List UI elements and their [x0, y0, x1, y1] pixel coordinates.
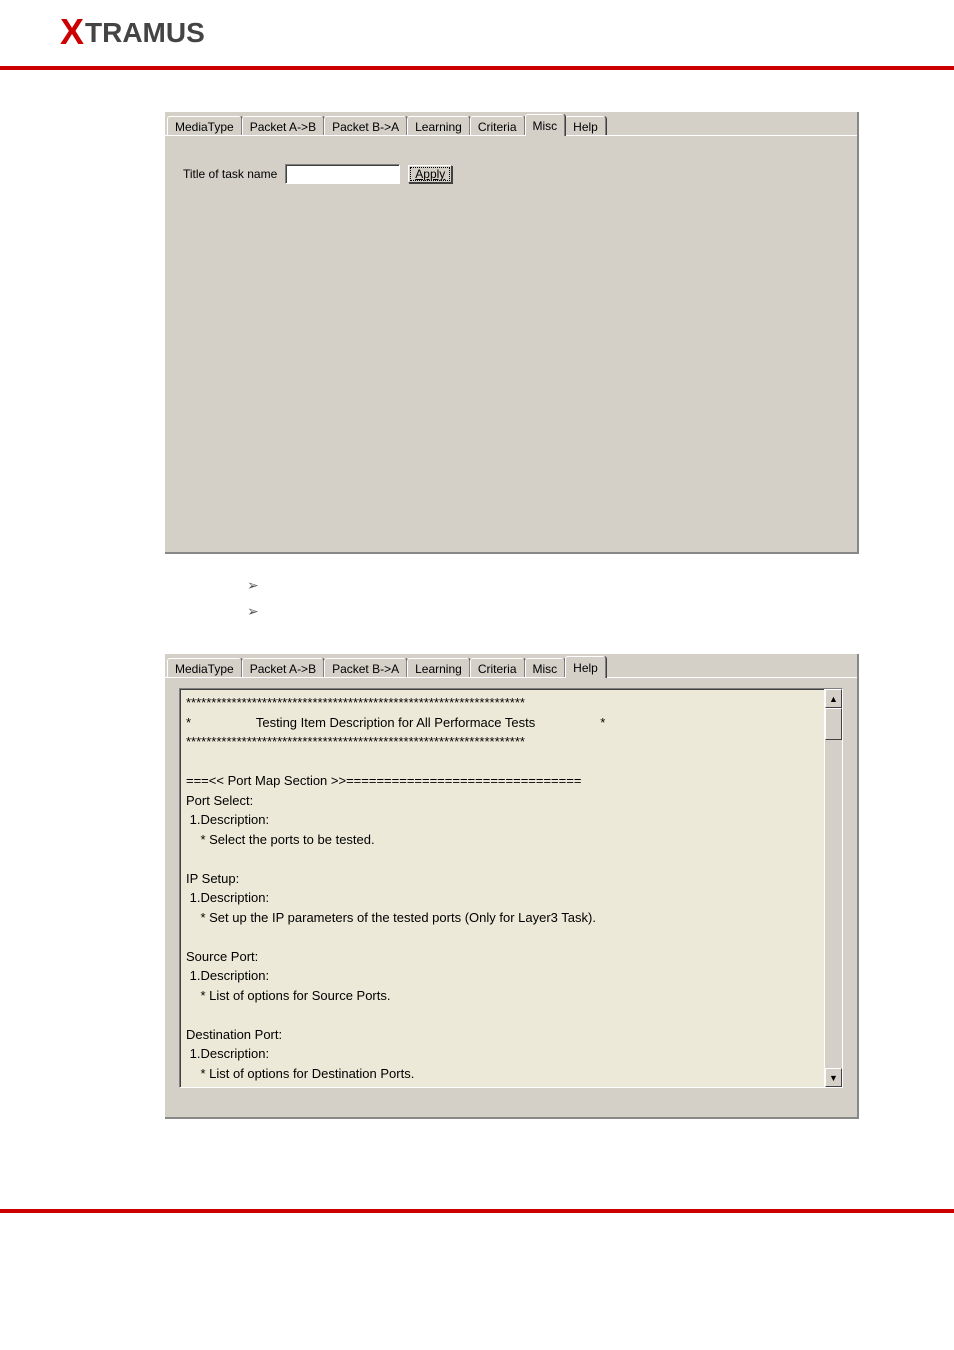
help-textarea: ****************************************…	[179, 688, 843, 1088]
tab-strip-2: MediaType Packet A->B Packet B->A Learni…	[165, 654, 857, 678]
tab-misc[interactable]: Misc	[525, 658, 566, 678]
tab-misc[interactable]: Misc	[525, 114, 566, 136]
help-tab-body: ****************************************…	[165, 677, 857, 1117]
logo: XTRAMUS	[60, 12, 205, 54]
tab-help[interactable]: Help	[565, 656, 606, 678]
tab-packet-ba[interactable]: Packet B->A	[324, 658, 407, 678]
footer	[0, 1209, 954, 1243]
apply-button[interactable]: Apply	[408, 165, 452, 183]
tab-learning[interactable]: Learning	[407, 658, 470, 678]
tab-mediatype[interactable]: MediaType	[167, 116, 242, 136]
tab-criteria[interactable]: Criteria	[470, 116, 525, 136]
header: XTRAMUS	[0, 0, 954, 70]
title-of-task-label: Title of task name	[183, 167, 277, 181]
scroll-thumb[interactable]	[825, 708, 842, 740]
tab-help[interactable]: Help	[565, 116, 606, 136]
tab-packet-ba[interactable]: Packet B->A	[324, 116, 407, 136]
help-text-content: ****************************************…	[180, 689, 842, 1087]
tab-packet-ab[interactable]: Packet A->B	[242, 658, 324, 678]
tab-mediatype[interactable]: MediaType	[167, 658, 242, 678]
tab-packet-ab[interactable]: Packet A->B	[242, 116, 324, 136]
chevron-icon: ➢	[247, 577, 271, 594]
logo-x: X	[60, 11, 84, 53]
chevron-icon: ➢	[247, 603, 271, 620]
bullet-list: ➢ ➢	[247, 572, 859, 624]
help-panel: MediaType Packet A->B Packet B->A Learni…	[165, 654, 859, 1119]
misc-tab-body: Title of task name Apply	[165, 135, 857, 552]
tab-strip-1: MediaType Packet A->B Packet B->A Learni…	[165, 112, 857, 136]
scroll-up-button[interactable]: ▲	[825, 689, 842, 708]
task-name-input[interactable]	[285, 164, 400, 184]
scroll-track[interactable]	[825, 708, 842, 1068]
tab-learning[interactable]: Learning	[407, 116, 470, 136]
scroll-down-button[interactable]: ▼	[825, 1068, 842, 1087]
logo-text: TRAMUS	[85, 17, 205, 49]
help-scrollbar[interactable]: ▲ ▼	[824, 689, 842, 1087]
misc-panel: MediaType Packet A->B Packet B->A Learni…	[165, 112, 859, 554]
tab-criteria[interactable]: Criteria	[470, 658, 525, 678]
